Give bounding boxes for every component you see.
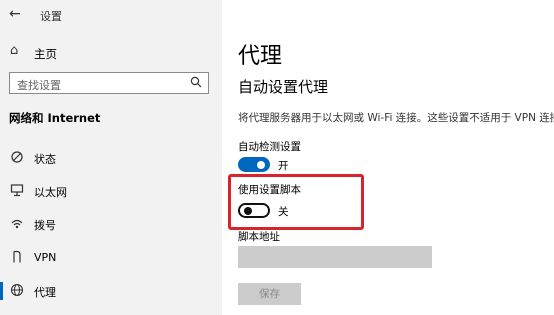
main-panel: 代理 自动设置代理 将代理服务器用于以太网或 Wi-Fi 连接。这些设置不适用于…: [222, 0, 554, 315]
home-icon: ⌂: [10, 43, 19, 58]
search-icon: [190, 76, 202, 88]
sidebar-item-label: 状态: [34, 153, 56, 166]
use-script-label: 使用设置脚本: [238, 184, 301, 196]
script-address-label: 脚本地址: [238, 231, 280, 243]
use-script-state: 关: [278, 206, 289, 218]
auto-detect-label: 自动检测设置: [238, 141, 301, 153]
sidebar-item-status[interactable]: 状态: [0, 146, 222, 170]
page-title: 代理: [238, 44, 283, 69]
sidebar-item-ethernet[interactable]: 以太网: [0, 179, 222, 203]
use-script-toggle[interactable]: [238, 203, 270, 218]
home-nav-item[interactable]: ⌂ 主页: [0, 42, 222, 64]
auto-detect-toggle[interactable]: [238, 157, 270, 172]
title-bar: ← 设置: [0, 0, 222, 28]
sidebar-item-label: 代理: [34, 286, 56, 299]
back-arrow-icon[interactable]: ←: [9, 6, 21, 22]
sidebar-item-dialup[interactable]: 拨号: [0, 212, 222, 236]
sidebar-item-proxy[interactable]: 代理: [0, 279, 222, 303]
app-title: 设置: [40, 10, 62, 23]
vpn-icon: [13, 250, 21, 263]
status-icon: [11, 151, 23, 163]
dialup-icon: [11, 219, 23, 229]
sidebar-item-label: VPN: [34, 251, 57, 264]
section-title: 网络和 Internet: [9, 111, 101, 125]
globe-icon: [10, 283, 24, 297]
script-address-input[interactable]: [238, 246, 432, 268]
sidebar: ← 设置 ⌂ 主页 查找设置 网络和 Internet 状态 以太网 拨号 VP…: [0, 0, 222, 315]
auto-detect-state: 开: [278, 160, 289, 172]
search-input[interactable]: 查找设置: [9, 72, 209, 94]
description-text: 将代理服务器用于以太网或 Wi-Fi 连接。这些设置不适用于 VPN 连接。: [238, 112, 554, 124]
ethernet-icon: [10, 184, 24, 197]
search-placeholder: 查找设置: [17, 79, 61, 92]
sidebar-item-label: 以太网: [34, 186, 67, 199]
home-label: 主页: [34, 47, 57, 61]
section-heading: 自动设置代理: [238, 78, 329, 96]
toggle-knob: [244, 206, 252, 215]
toggle-knob: [257, 160, 265, 169]
sidebar-item-vpn[interactable]: VPN: [0, 246, 222, 270]
save-button[interactable]: 保存: [238, 283, 301, 305]
sidebar-item-label: 拨号: [34, 219, 56, 232]
